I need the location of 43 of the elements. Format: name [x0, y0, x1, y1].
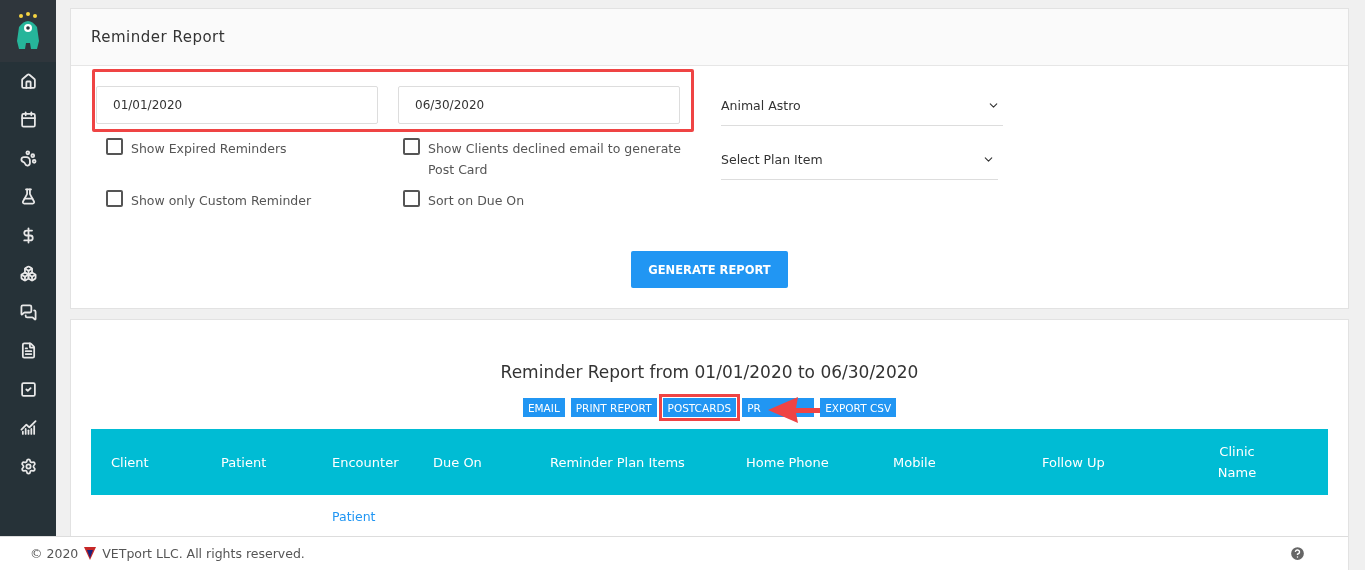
checkbox-icon[interactable]	[19, 380, 37, 398]
help-icon[interactable]	[1289, 545, 1306, 562]
action-button[interactable]: EMAIL	[522, 398, 565, 417]
column-header: Due On	[433, 454, 483, 470]
report-heading: Reminder Report from 01/01/2020 to 06/30/2020	[500, 362, 919, 382]
gear-icon[interactable]	[19, 457, 37, 475]
column-header: Encounter	[332, 454, 400, 470]
column-header: Client	[111, 454, 150, 470]
column-header: Follow Up	[1042, 454, 1106, 470]
checkbox[interactable]	[106, 138, 123, 155]
checkbox-label: Show Clients declined email to generate Post Card	[428, 140, 682, 179]
action-button[interactable]: POSTCARDS	[662, 398, 737, 417]
end-date-field[interactable]: 06/30/2020	[398, 86, 680, 124]
encounter-link[interactable]: Patient	[332, 509, 433, 524]
start-date-field[interactable]: 01/01/2020	[96, 86, 378, 124]
column-header: Home Phone	[746, 454, 830, 470]
boxes-icon[interactable]	[19, 265, 37, 283]
action-button[interactable]: EXPORT CSV	[820, 398, 897, 417]
chart-icon[interactable]	[19, 419, 37, 437]
card-title: Reminder Report	[91, 28, 226, 46]
checkbox[interactable]	[106, 190, 123, 207]
calendar-icon[interactable]	[19, 111, 37, 129]
action-button[interactable]: PRINT REPORT	[570, 398, 657, 417]
generate-report-button[interactable]: GENERATE REPORT	[631, 251, 788, 288]
checkbox-label: Show Expired Reminders	[131, 140, 287, 158]
checkbox-label: Show only Custom Reminder	[131, 192, 312, 210]
document-icon[interactable]	[19, 342, 37, 360]
checkbox[interactable]	[403, 190, 420, 207]
vetport-logo-icon	[84, 547, 97, 560]
column-header: Patient	[221, 454, 268, 470]
home-icon[interactable]	[19, 72, 37, 90]
column-header: Reminder Plan Items	[550, 454, 686, 470]
paw-icon[interactable]	[19, 149, 37, 167]
column-header: Clinic Name	[1216, 443, 1258, 482]
select-field[interactable]: Select Plan Item	[721, 140, 998, 180]
copyright-text: VETport LLC. All rights reserved.	[102, 546, 305, 561]
flask-icon[interactable]	[19, 188, 37, 206]
copyright-text: © 2020	[30, 546, 79, 561]
select-field[interactable]: Animal Astro	[721, 86, 1003, 126]
checkbox[interactable]	[403, 138, 420, 155]
column-header: Mobile	[893, 454, 937, 470]
chat-icon[interactable]	[19, 303, 37, 321]
checkbox-label: Sort on Due On	[428, 192, 525, 210]
